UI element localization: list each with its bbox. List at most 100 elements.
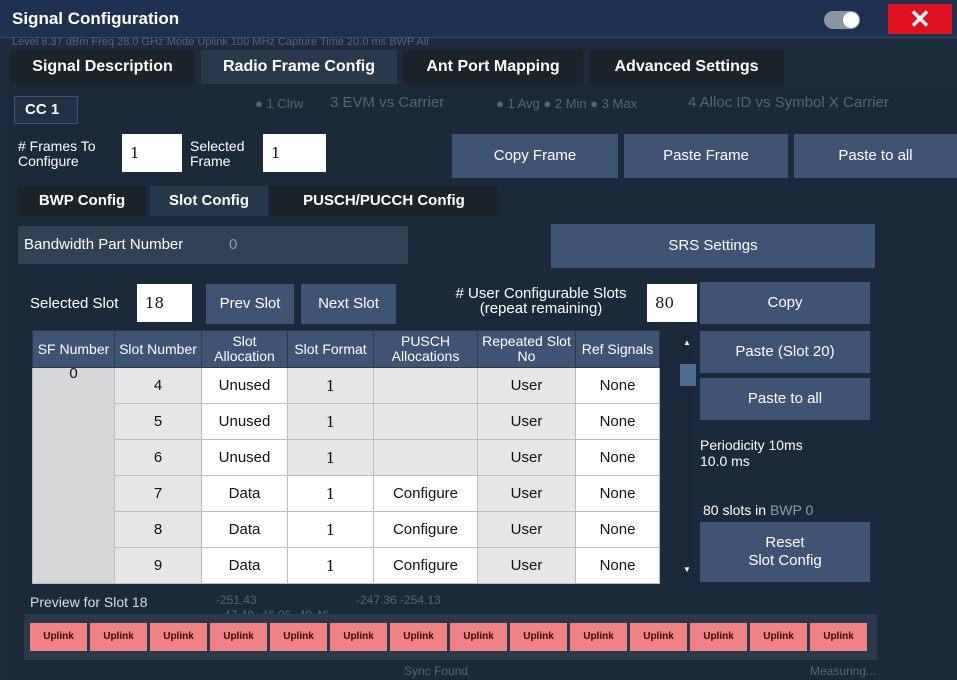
tab-pusch-pucch-config[interactable]: PUSCH/PUCCH Config [270, 186, 498, 216]
frames-to-configure-label: # Frames To Configure [18, 138, 96, 169]
uplink-symbol: Uplink [570, 623, 627, 651]
next-slot-button[interactable]: Next Slot [301, 284, 396, 324]
slots-in-bwp: 80 slots in BWP 0 [703, 503, 813, 518]
scroll-up-icon[interactable]: ▲ [683, 338, 691, 347]
paste-frame-button[interactable]: Paste Frame [624, 134, 788, 178]
bwp-value: 0 [229, 236, 238, 253]
slot-number-cell: 7 [114, 475, 202, 512]
tab-bwp-config[interactable]: BWP Config [18, 186, 146, 216]
repeated-slot-cell[interactable]: User [477, 475, 576, 512]
srs-settings-button[interactable]: SRS Settings [551, 224, 875, 268]
col-header-slot-allocation[interactable]: Slot Allocation [201, 330, 288, 368]
uplink-symbol: Uplink [150, 623, 207, 651]
slot-format-cell: 1 [287, 439, 374, 476]
repeated-slot-cell[interactable]: User [477, 403, 576, 440]
repeated-slot-cell[interactable]: User [477, 367, 576, 404]
slot-allocation-cell[interactable]: Data [201, 511, 288, 548]
ref-signals-cell[interactable]: None [575, 475, 660, 512]
table-row: 8 Data 1 Configure User None [33, 511, 660, 548]
slot-format-cell[interactable]: 1 [287, 475, 374, 512]
slot-number-cell: 8 [114, 511, 202, 548]
uplink-symbol: Uplink [210, 623, 267, 651]
user-configurable-slots-label: # User Configurable Slots (repeat remain… [455, 285, 627, 317]
col-header-slot-format[interactable]: Slot Format [287, 330, 374, 368]
background-status-line: Level 8.37 dBm Freq 28.0 GHz Mode Uplink… [12, 36, 429, 48]
background-values-1: -251.43 [216, 593, 257, 607]
slot-number-cell: 9 [114, 547, 202, 584]
user-configurable-slots-input[interactable]: 80 [647, 284, 697, 322]
col-header-slot-number[interactable]: Slot Number [114, 330, 202, 368]
reset-slot-config-button[interactable]: Reset Slot Config [700, 522, 870, 582]
slots-in-bwp-suffix: BWP 0 [769, 502, 814, 518]
pusch-allocations-cell[interactable]: Configure [373, 475, 478, 512]
table-row: 6 Unused 1 User None [33, 439, 660, 476]
slot-table-container: SF Number Slot Number Slot Allocation Sl… [32, 330, 660, 584]
pusch-allocations-cell[interactable]: Configure [373, 547, 478, 584]
uplink-symbol: Uplink [30, 623, 87, 651]
pusch-allocations-cell [373, 403, 478, 440]
tab-ant-port-mapping[interactable]: Ant Port Mapping [403, 50, 583, 84]
uplink-symbol: Uplink [90, 623, 147, 651]
scrollbar-thumb[interactable] [680, 364, 696, 386]
frames-to-configure-input[interactable]: 1 [122, 134, 182, 172]
scroll-down-icon[interactable]: ▼ [683, 565, 691, 574]
slot-number-cell: 4 [114, 367, 202, 404]
table-header-row: SF Number Slot Number Slot Allocation Sl… [32, 330, 660, 368]
slot-allocation-cell[interactable]: Unused [201, 367, 288, 404]
background-values-2: -247.36 -254.13 [356, 593, 441, 607]
paste-frame-to-all-button[interactable]: Paste to all [794, 134, 957, 178]
uplink-symbol: Uplink [810, 623, 867, 651]
ref-signals-cell[interactable]: None [575, 439, 660, 476]
ref-signals-cell[interactable]: None [575, 403, 660, 440]
col-header-ref-signals[interactable]: Ref Signals [575, 330, 660, 368]
pusch-allocations-cell [373, 439, 478, 476]
prev-slot-button[interactable]: Prev Slot [206, 284, 294, 324]
pusch-allocations-cell[interactable]: Configure [373, 511, 478, 548]
slot-allocation-cell[interactable]: Unused [201, 403, 288, 440]
slot-format-cell: 1 [287, 403, 374, 440]
ref-signals-cell[interactable]: None [575, 511, 660, 548]
slot-format-cell[interactable]: 1 [287, 511, 374, 548]
ref-signals-cell[interactable]: None [575, 547, 660, 584]
ref-signals-cell[interactable]: None [575, 367, 660, 404]
pusch-allocations-cell [373, 367, 478, 404]
selected-slot-input[interactable]: 18 [137, 284, 192, 322]
slot-allocation-cell[interactable]: Unused [201, 439, 288, 476]
background-legend: ● 1 Avg ● 2 Min ● 3 Max [496, 96, 638, 111]
slot-allocation-cell[interactable]: Data [201, 547, 288, 584]
slot-table: SF Number Slot Number Slot Allocation Sl… [32, 330, 660, 584]
selected-slot-label: Selected Slot [30, 295, 119, 312]
tab-radio-frame-config[interactable]: Radio Frame Config [201, 50, 397, 84]
selected-frame-label: Selected Frame [190, 138, 245, 169]
uplink-symbol: Uplink [450, 623, 507, 651]
display-toggle[interactable] [824, 11, 860, 29]
repeated-slot-cell[interactable]: User [477, 511, 576, 548]
periodicity-label: Periodicity 10ms [700, 437, 803, 453]
slots-in-bwp-prefix: 80 slots in [703, 502, 767, 518]
slot-format-cell[interactable]: 1 [287, 547, 374, 584]
col-header-repeated-slot-no[interactable]: Repeated Slot No [477, 330, 576, 368]
tab-cc1[interactable]: CC 1 [14, 96, 78, 124]
bwp-label: Bandwidth Part Number [24, 236, 184, 253]
tab-advanced-settings[interactable]: Advanced Settings [589, 50, 784, 84]
repeated-slot-cell[interactable]: User [477, 547, 576, 584]
selected-frame-input[interactable]: 1 [263, 134, 326, 172]
sf-number-value: 0 [69, 365, 78, 382]
uplink-symbol: Uplink [690, 623, 747, 651]
close-button[interactable]: ✕ [888, 4, 952, 34]
table-row: 9 Data 1 Configure User None [33, 547, 660, 584]
background-evm-label: 3 EVM vs Carrier [330, 94, 445, 111]
paste-slot-to-all-button[interactable]: Paste to all [700, 378, 870, 420]
copy-slot-button[interactable]: Copy [700, 282, 870, 324]
repeated-slot-cell[interactable]: User [477, 439, 576, 476]
col-header-pusch-allocations[interactable]: PUSCH Allocations [373, 330, 478, 368]
paste-slot-button[interactable]: Paste (Slot 20) [700, 331, 870, 373]
slot-allocation-cell[interactable]: Data [201, 475, 288, 512]
col-header-sf-number[interactable]: SF Number [32, 330, 115, 368]
slot-number-cell: 6 [114, 439, 202, 476]
table-row: 7 Data 1 Configure User None [33, 475, 660, 512]
tab-signal-description[interactable]: Signal Description [10, 50, 195, 84]
tab-slot-config[interactable]: Slot Config [150, 186, 268, 216]
periodicity-value: 10.0 ms [700, 453, 750, 469]
copy-frame-button[interactable]: Copy Frame [452, 134, 618, 178]
